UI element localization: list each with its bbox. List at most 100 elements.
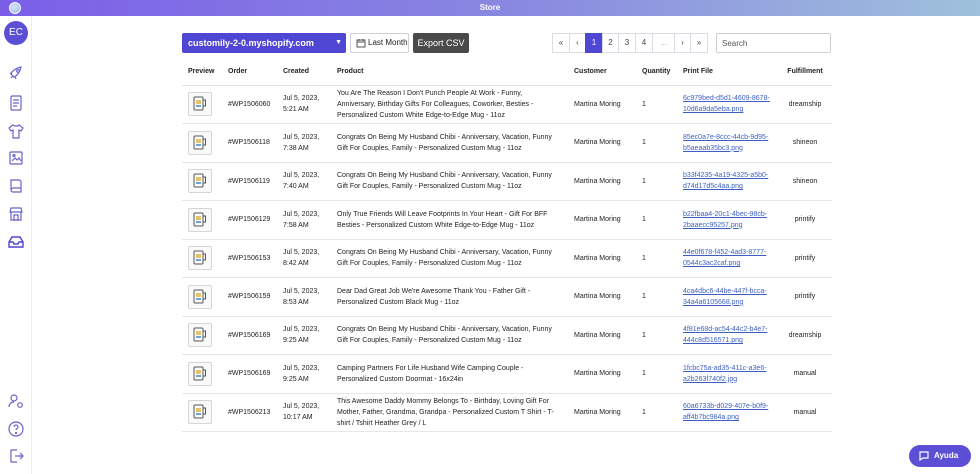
print-file-cell: 85ec0a7e-8ccc-44cb-9d95-b5aeaab35bc3.png: [677, 123, 778, 163]
order-id: #WP1506153: [222, 239, 277, 278]
store-select-value: customily-2-0.myshopify.com: [188, 38, 314, 48]
image-gallery-icon[interactable]: [7, 149, 25, 167]
column-header-created[interactable]: Created: [277, 59, 331, 86]
date-range-button[interactable]: Last Month: [350, 33, 409, 53]
fulfillment-provider: shineon: [778, 123, 832, 163]
book-icon[interactable]: [7, 177, 25, 195]
calendar-icon: [356, 39, 366, 48]
preview-cell: [182, 393, 222, 432]
table-row[interactable]: #WP1506153 Jul 5, 2023, 8:42 AM Congrats…: [182, 239, 832, 278]
table-row[interactable]: #WP1506118 Jul 5, 2023, 7:38 AM Congrats…: [182, 123, 832, 163]
product-thumbnail[interactable]: [188, 284, 212, 309]
print-file-cell: 4ca4dbc6-44be-447f-bcca-34a4a6105668.png: [677, 277, 778, 317]
quantity: 1: [636, 316, 677, 355]
product-thumbnail[interactable]: [188, 323, 212, 348]
product-name: Dear Dad Great Job We're Awesome Thank Y…: [331, 277, 568, 317]
table-row[interactable]: #WP1506213 Jul 5, 2023, 10:17 AM This Aw…: [182, 393, 832, 432]
document-list-icon[interactable]: [7, 94, 25, 112]
customer-name: Martina Moring: [568, 85, 636, 124]
print-file-link[interactable]: 44e0f678-f452-4ad3-8777-0544c3ac2caf.png: [683, 249, 766, 267]
table-row[interactable]: #WP1506169 Jul 5, 2023, 9:25 AM Camping …: [182, 354, 832, 394]
print-file-link[interactable]: b22fbaa4-20c1-4bec-98cb-2baaecc95257.png: [683, 211, 767, 229]
print-file-link[interactable]: b33f4235-4a19-4325-a5b0-d74d17d5c4aa.png: [683, 172, 768, 190]
avatar[interactable]: EC: [4, 21, 28, 45]
page-button-3[interactable]: 3: [618, 33, 636, 53]
rocket-icon[interactable]: [7, 64, 25, 82]
product-thumbnail[interactable]: [188, 130, 212, 155]
table-row[interactable]: #WP1506129 Jul 5, 2023, 7:58 AM Only Tru…: [182, 200, 832, 240]
print-file-link[interactable]: 6c979bed-d5d1-4609-8678-10d6a9da5eba.png: [683, 95, 770, 113]
table-header-row: Preview Order Created Product Customer Q…: [182, 59, 832, 86]
preview-cell: [182, 123, 222, 163]
storefront-icon[interactable]: [7, 205, 25, 223]
customer-name: Martina Moring: [568, 316, 636, 355]
page-button-1[interactable]: 1: [585, 33, 603, 53]
preview-cell: [182, 239, 222, 278]
export-csv-button[interactable]: Export CSV: [413, 33, 469, 53]
page-button-4[interactable]: 4: [635, 33, 653, 53]
preview-cell: [182, 316, 222, 355]
order-id: #WP1506169: [222, 316, 277, 355]
column-header-quantity[interactable]: Quantity: [636, 59, 677, 86]
fulfillment-provider: shineon: [778, 162, 832, 201]
quantity: 1: [636, 393, 677, 432]
help-icon[interactable]: [7, 420, 25, 438]
column-header-order[interactable]: Order: [222, 59, 277, 86]
product-name: Only True Friends Will Leave Footprints …: [331, 200, 568, 240]
product-thumbnail[interactable]: [188, 92, 212, 117]
column-header-fulfillment[interactable]: Fulfillment: [778, 59, 832, 86]
orders-table: Preview Order Created Product Customer Q…: [182, 59, 832, 432]
tshirt-icon[interactable]: [7, 122, 25, 140]
page-next-button[interactable]: ›: [674, 33, 691, 53]
table-row[interactable]: #WP1506159 Jul 5, 2023, 8:53 AM Dear Dad…: [182, 277, 832, 317]
product-thumbnail[interactable]: [188, 400, 212, 425]
column-header-product[interactable]: Product: [331, 59, 568, 86]
created-date: Jul 5, 2023, 8:53 AM: [277, 277, 331, 317]
preview-cell: [182, 85, 222, 124]
product-thumbnail[interactable]: [188, 361, 212, 386]
column-header-print-file[interactable]: Print File: [677, 59, 778, 86]
page-last-button[interactable]: »: [690, 33, 708, 53]
pagination: « ‹ 1 2 3 4 ... › »: [552, 33, 708, 53]
logout-icon[interactable]: [7, 447, 25, 465]
created-date: Jul 5, 2023, 7:38 AM: [277, 123, 331, 163]
print-file-link[interactable]: 85ec0a7e-8ccc-44cb-9d95-b5aeaab35bc3.png: [683, 134, 768, 152]
quantity: 1: [636, 162, 677, 201]
product-name: Congrats On Being My Husband Chibi - Ann…: [331, 316, 568, 355]
product-thumbnail[interactable]: [188, 169, 212, 194]
product-thumbnail[interactable]: [188, 207, 212, 232]
print-file-link[interactable]: 4f81e68d-ac54-44c2-b4e7-444c8d516571.png: [683, 326, 767, 344]
product-name: Congrats On Being My Husband Chibi - Ann…: [331, 123, 568, 163]
order-id: #WP1506159: [222, 277, 277, 317]
print-file-link[interactable]: 60a6733b-d029-407e-b0f9-aff4b7bc984a.png: [683, 403, 768, 421]
order-id: #WP1506119: [222, 162, 277, 201]
search-input[interactable]: [716, 33, 831, 53]
order-id: #WP1506060: [222, 85, 277, 124]
print-file-cell: 6c979bed-d5d1-4609-8678-10d6a9da5eba.png: [677, 85, 778, 124]
customer-name: Martina Moring: [568, 200, 636, 240]
order-id: #WP1506118: [222, 123, 277, 163]
product-thumbnail[interactable]: [188, 246, 212, 271]
table-row[interactable]: #WP1506060 Jul 5, 2023, 5:21 AM You Are …: [182, 85, 832, 124]
inbox-icon[interactable]: [7, 233, 25, 251]
date-range-label: Last Month: [368, 38, 408, 47]
chat-icon: [919, 451, 929, 462]
table-row[interactable]: #WP1506169 Jul 5, 2023, 9:25 AM Congrats…: [182, 316, 832, 355]
product-name: Camping Partners For Life Husband Wife C…: [331, 354, 568, 394]
customer-name: Martina Moring: [568, 239, 636, 278]
table-row[interactable]: #WP1506119 Jul 5, 2023, 7:40 AM Congrats…: [182, 162, 832, 201]
store-select[interactable]: customily-2-0.myshopify.com ▼: [182, 33, 346, 53]
page-prev-button[interactable]: ‹: [569, 33, 586, 53]
page-first-button[interactable]: «: [552, 33, 570, 53]
product-name: This Awesome Daddy Mommy Belongs To - Bi…: [331, 393, 568, 432]
app-title: Store: [479, 3, 501, 12]
print-file-link[interactable]: 1fcbc75a-ad35-411c-a3e6-a2b263f740f2.jpg: [683, 365, 767, 383]
product-name: You Are The Reason I Don't Punch People …: [331, 85, 568, 124]
column-header-customer[interactable]: Customer: [568, 59, 636, 86]
page-button-2[interactable]: 2: [602, 33, 619, 53]
product-name: Congrats On Being My Husband Chibi - Ann…: [331, 162, 568, 201]
column-header-preview[interactable]: Preview: [182, 59, 222, 86]
print-file-link[interactable]: 4ca4dbc6-44be-447f-bcca-34a4a6105668.png: [683, 288, 767, 306]
user-settings-icon[interactable]: [7, 392, 25, 410]
help-chat-button[interactable]: Ayuda: [909, 445, 971, 467]
